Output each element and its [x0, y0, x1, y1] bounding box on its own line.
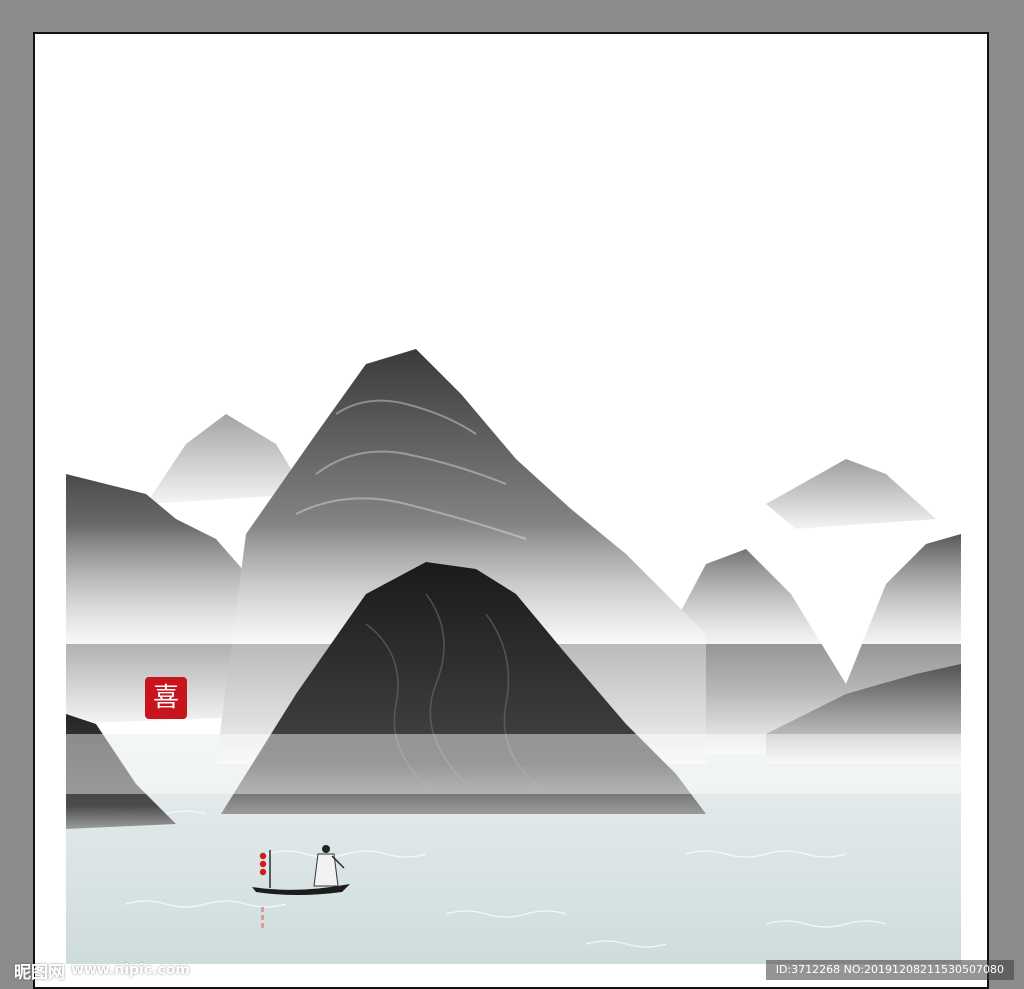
artwork-canvas: 喜 [33, 32, 989, 989]
lantern-reflection [261, 907, 264, 928]
red-seal-icon: 喜 [145, 677, 187, 719]
water-mist [66, 734, 961, 794]
ink-landscape [66, 294, 961, 964]
watermark-logo: 昵图网 [14, 962, 65, 983]
far-mountain-right [766, 459, 936, 529]
landscape-svg [66, 349, 961, 964]
lantern-icon [259, 852, 267, 876]
watermark-url: www.nipic.com [71, 962, 190, 978]
seal-glyph: 喜 [152, 683, 179, 713]
watermark-id: ID:3712268 NO:20191208211530507080 [765, 960, 1014, 980]
watermark-left: 昵图网 www.nipic.com [14, 958, 190, 983]
